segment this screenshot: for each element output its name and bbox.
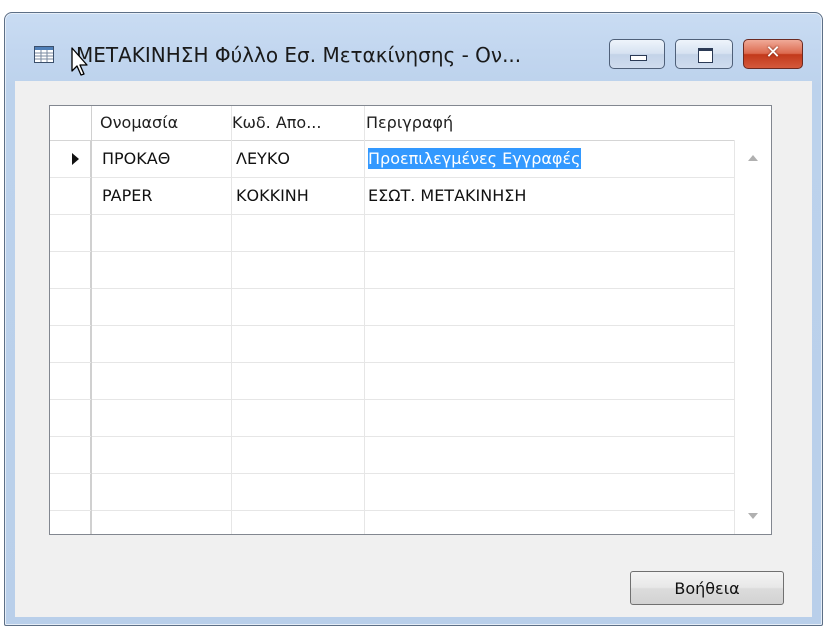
column-divider: [231, 106, 232, 534]
empty-row[interactable]: [50, 400, 771, 437]
row-selector[interactable]: [50, 289, 91, 325]
cell-name[interactable]: PAPER: [102, 178, 228, 214]
row-selector[interactable]: [50, 215, 91, 251]
row-selector[interactable]: [50, 252, 91, 288]
row-selector[interactable]: [50, 474, 91, 510]
empty-row[interactable]: [50, 363, 771, 400]
vertical-scrollbar[interactable]: [734, 140, 771, 534]
minimize-button[interactable]: [609, 39, 665, 69]
empty-row[interactable]: [50, 289, 771, 326]
title-bar[interactable]: ΜΕΤΑΚΙΝΗΣΗ Φύλλο Εσ. Μετακίνησης - Ον...…: [5, 13, 822, 81]
row-selector[interactable]: [50, 511, 91, 534]
cell-description[interactable]: ΕΣΩΤ. ΜΕΤΑΚΙΝΗΣΗ: [368, 178, 728, 214]
empty-row[interactable]: [50, 215, 771, 252]
close-button[interactable]: ✕: [743, 39, 803, 69]
cell-description[interactable]: Προεπιλεγμένες Εγγραφές: [368, 141, 728, 177]
empty-row[interactable]: [50, 511, 771, 534]
table-row[interactable]: ΠΡΟΚΑΘ ΛΕΥΚΟ Προεπιλεγμένες Εγγραφές: [50, 141, 771, 178]
window-title: ΜΕΤΑΚΙΝΗΣΗ Φύλλο Εσ. Μετακίνησης - Ον...: [76, 43, 522, 67]
row-selector[interactable]: [50, 326, 91, 362]
table-row[interactable]: PAPER ΚΟΚΚΙΝΗ ΕΣΩΤ. ΜΕΤΑΚΙΝΗΣΗ: [50, 178, 771, 215]
row-selector[interactable]: [50, 141, 91, 177]
scroll-down-icon[interactable]: [748, 513, 758, 519]
data-grid[interactable]: Ονομασία Κωδ. Απο... Περιγραφή ΠΡΟΚΑΘ ΛΕ…: [49, 105, 772, 535]
empty-row[interactable]: [50, 474, 771, 511]
selected-text: Προεπιλεγμένες Εγγραφές: [368, 148, 581, 169]
maximize-button[interactable]: [675, 39, 733, 69]
help-button[interactable]: Βοήθεια: [630, 571, 784, 605]
selector-divider: [91, 106, 92, 534]
row-selector[interactable]: [50, 363, 91, 399]
cell-code[interactable]: ΚΟΚΚΙΝΗ: [236, 178, 362, 214]
table-icon: [34, 46, 54, 63]
cell-name[interactable]: ΠΡΟΚΑΘ: [102, 141, 228, 177]
empty-row[interactable]: [50, 326, 771, 363]
maximize-icon: [698, 48, 713, 63]
dialog-client-area: Ονομασία Κωδ. Απο... Περιγραφή ΠΡΟΚΑΘ ΛΕ…: [15, 81, 812, 617]
close-icon: ✕: [765, 42, 781, 63]
window: ΜΕΤΑΚΙΝΗΣΗ Φύλλο Εσ. Μετακίνησης - Ον...…: [4, 12, 823, 626]
column-header-code[interactable]: Κωδ. Απο...: [232, 106, 362, 140]
minimize-icon: [630, 55, 647, 61]
grid-header: Ονομασία Κωδ. Απο... Περιγραφή: [50, 106, 771, 141]
scroll-up-icon[interactable]: [748, 155, 758, 161]
empty-row[interactable]: [50, 437, 771, 474]
current-row-arrow-icon: [72, 153, 79, 165]
column-header-name[interactable]: Ονομασία: [100, 106, 230, 140]
cell-code[interactable]: ΛΕΥΚΟ: [236, 141, 362, 177]
row-selector[interactable]: [50, 178, 91, 214]
row-selector[interactable]: [50, 437, 91, 473]
column-header-description[interactable]: Περιγραφή: [366, 106, 726, 140]
mouse-cursor-icon: [71, 47, 88, 76]
empty-row[interactable]: [50, 252, 771, 289]
column-divider: [364, 106, 365, 534]
row-selector[interactable]: [50, 400, 91, 436]
